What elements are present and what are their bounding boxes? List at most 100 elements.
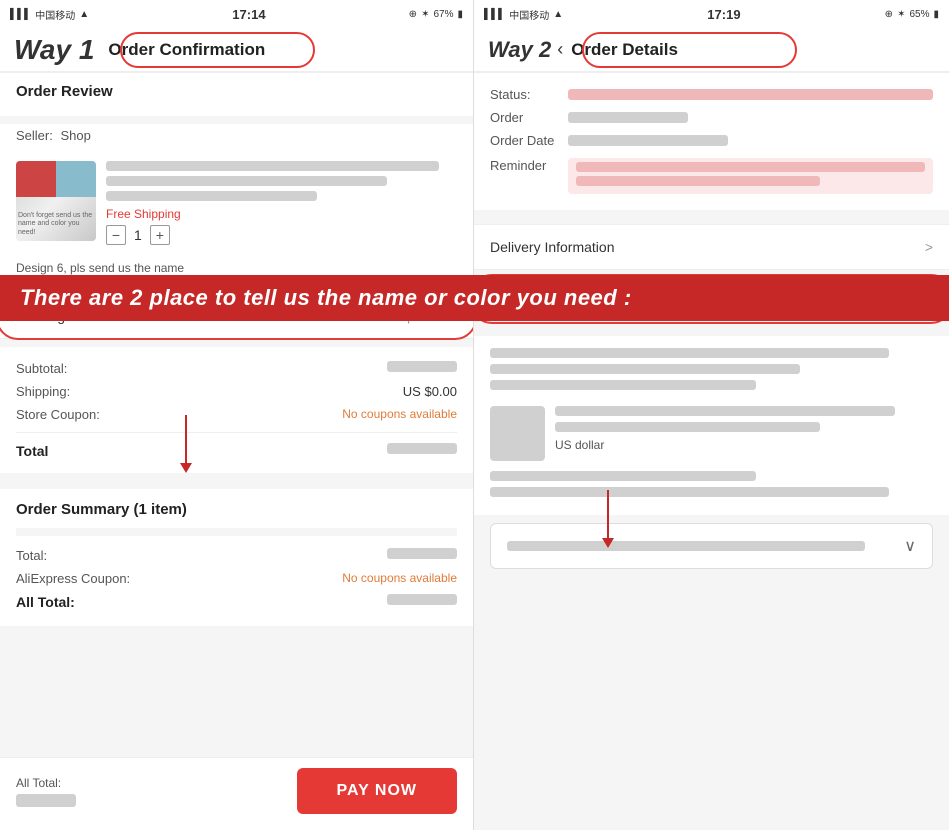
qty-decrease-btn[interactable]: − — [106, 225, 126, 245]
dollar-label: US dollar — [555, 438, 933, 452]
right-battery-icon: ▮ — [933, 9, 939, 20]
way2-label: Way 2 — [488, 37, 551, 63]
main-container: ▌▌▌ 中国移动 ▲ 17:14 ⊕ ✶ 67% ▮ Way 1 Order C… — [0, 0, 949, 830]
right-time: 17:19 — [707, 7, 740, 22]
right-nav-title: Order Details — [571, 40, 678, 60]
battery-icon: ▮ — [457, 9, 463, 20]
right-back-icon[interactable]: ‹ — [557, 39, 563, 60]
product-price-blur — [106, 191, 317, 201]
carrier-name: 中国移动 — [35, 7, 75, 22]
order-date-key: Order Date — [490, 133, 560, 148]
left-carrier: ▌▌▌ 中国移动 ▲ — [10, 7, 89, 22]
left-panel: ▌▌▌ 中国移动 ▲ 17:14 ⊕ ✶ 67% ▮ Way 1 Order C… — [0, 0, 474, 830]
aliexpress-label: AliExpress Coupon: — [16, 571, 130, 586]
pay-bar-total: All Total: — [16, 776, 76, 807]
select-content — [507, 541, 904, 551]
overlay-banner: There are 2 place to tell us the name or… — [0, 275, 949, 321]
left-status-bar: ▌▌▌ 中国移动 ▲ 17:14 ⊕ ✶ 67% ▮ — [0, 0, 473, 28]
right-battery-label: 65% — [909, 9, 929, 20]
product-details: Free Shipping − 1 + — [106, 161, 457, 245]
summary-total-blur — [387, 548, 457, 559]
right-wifi-icon: ▲ — [553, 9, 563, 20]
right-status-area: Status: Order Order Date Reminder — [474, 73, 949, 210]
pay-now-bar: All Total: PAY NOW — [0, 757, 473, 830]
pay-now-button[interactable]: PAY NOW — [297, 768, 458, 814]
blur-block4 — [490, 471, 756, 481]
right-status-bar: ▌▌▌ 中国移动 ▲ 17:19 ⊕ ✶ 65% ▮ — [474, 0, 949, 28]
battery-label: 67% — [433, 9, 453, 20]
blur-block5 — [490, 487, 889, 497]
right-panel: ▌▌▌ 中国移动 ▲ 17:19 ⊕ ✶ 65% ▮ Way 2 ‹ Order… — [474, 0, 949, 830]
all-total-label: All Total: — [16, 594, 75, 610]
seller-line: Seller: Shop — [0, 124, 473, 151]
delivery-label: Delivery Information — [490, 239, 615, 255]
right-bluetooth-icon: ✶ — [897, 9, 905, 20]
select-row[interactable]: ∨ — [490, 523, 933, 569]
blur-block3 — [490, 380, 756, 390]
reminder-value — [568, 158, 933, 194]
coupon-label: Store Coupon: — [16, 407, 100, 422]
bluetooth-icon: ✶ — [421, 9, 429, 20]
select-chevron[interactable]: ∨ — [904, 536, 916, 556]
reminder-line2 — [576, 176, 820, 186]
right-location-icon: ⊕ — [885, 9, 893, 20]
product-variant-blur — [106, 176, 387, 186]
delivery-row[interactable]: Delivery Information > — [474, 224, 949, 270]
order-review-title: Order Review — [16, 83, 457, 100]
shipping-label: Shipping: — [16, 384, 70, 399]
right-sep2 — [474, 328, 949, 336]
reminder-row: Reminder — [490, 152, 933, 200]
total-value-blur — [387, 443, 457, 454]
order-review-header: Order Review — [0, 73, 473, 116]
left-battery-area: ⊕ ✶ 67% ▮ — [409, 9, 463, 20]
blur-block1 — [490, 348, 889, 358]
left-content[interactable]: Order Review Seller: Shop Don't forget s… — [0, 73, 473, 757]
select-blur — [507, 541, 865, 551]
location-icon: ⊕ — [409, 9, 417, 20]
shipping-value: US $0.00 — [403, 384, 457, 399]
left-time: 17:14 — [232, 7, 265, 22]
order-summary-section: Order Summary (1 item) Total: AliExpress… — [0, 489, 473, 626]
order-summary-title: Order Summary (1 item) — [16, 501, 457, 518]
seller-name: Shop — [60, 128, 90, 143]
quantity-row: − 1 + — [106, 225, 457, 245]
wifi-icon: ▲ — [79, 9, 89, 20]
total-row: Total — [16, 439, 457, 463]
status-row: Status: — [490, 83, 933, 106]
order-date-blur — [568, 135, 728, 146]
subtotal-value-blur — [387, 361, 457, 372]
status-value-blur — [568, 89, 933, 100]
coupon-row: Store Coupon: No coupons available — [16, 403, 457, 426]
right-carrier-name: 中国移动 — [509, 7, 549, 22]
signal-icon: ▌▌▌ — [10, 9, 31, 20]
way1-label: Way 1 — [14, 34, 94, 66]
product-info-right: US dollar — [555, 406, 933, 461]
sep3 — [0, 481, 473, 489]
qty-number: 1 — [134, 227, 142, 243]
all-total-row: All Total: — [16, 590, 457, 614]
cost-section: Subtotal: Shipping: US $0.00 Store Coupo… — [0, 347, 473, 473]
product-image-label: Don't forget send us the name and color … — [18, 212, 96, 237]
right-battery-area: ⊕ ✶ 65% ▮ — [885, 9, 939, 20]
aliexpress-no-coupon: No coupons available — [342, 571, 457, 586]
right-bottom-section: US dollar — [474, 336, 949, 515]
order-date-row: Order Date — [490, 129, 933, 152]
product-image-inner: Don't forget send us the name and color … — [16, 161, 96, 241]
no-coupons-value: No coupons available — [342, 407, 457, 422]
seller-label: Seller: — [16, 128, 53, 143]
product-image: Don't forget send us the name and color … — [16, 161, 96, 241]
right-product-blur2 — [555, 422, 820, 432]
qty-increase-btn[interactable]: + — [150, 225, 170, 245]
aliexpress-coupon-row: AliExpress Coupon: No coupons available — [16, 567, 457, 590]
pay-total-value-blur — [16, 794, 76, 807]
sep4 — [16, 528, 457, 536]
left-nav-bar: Way 1 Order Confirmation — [0, 28, 473, 72]
product-row-right: US dollar — [490, 396, 933, 471]
product-row: Don't forget send us the name and color … — [0, 151, 473, 255]
cost-sep — [16, 432, 457, 433]
right-product-blur1 — [555, 406, 895, 416]
right-content[interactable]: Status: Order Order Date Reminder — [474, 73, 949, 830]
right-sep1 — [474, 216, 949, 224]
subtotal-row: Subtotal: — [16, 357, 457, 380]
subtotal-label: Subtotal: — [16, 361, 67, 376]
